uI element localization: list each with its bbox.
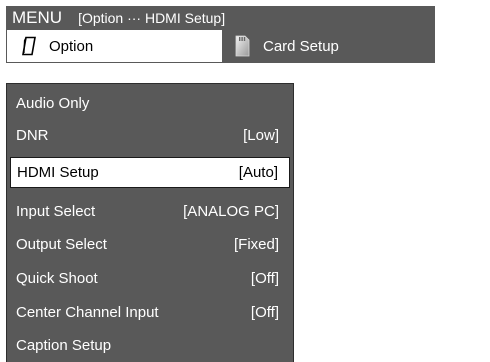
menu-item-label: HDMI Setup [17,164,99,181]
menu-item-label: Center Channel Input [16,303,159,321]
menu-item-dnr[interactable]: DNR [Low] [7,119,293,151]
breadcrumb: [Option ··· HDMI Setup] [78,9,226,26]
menu-item-audio-only[interactable]: Audio Only [7,87,293,119]
option-menu-list: Audio Only DNR [Low] HDMI Setup [Auto] I… [6,83,294,362]
menu-item-value: [ANALOG PC] [183,202,279,220]
menu-item-quick-shoot[interactable]: Quick Shoot [Off] [7,262,293,294]
tab-option[interactable]: Option [6,29,223,63]
menu-item-output-select[interactable]: Output Select [Fixed] [7,228,293,260]
menu-item-value: [Off] [250,269,279,287]
menu-item-label: Output Select [16,235,107,253]
menu-item-value: [Auto] [238,164,278,181]
tab-card-setup[interactable]: Card Setup [223,29,435,63]
menu-title-bar: MENU [Option ··· HDMI Setup] [6,6,435,29]
menu-item-label: Audio Only [16,94,90,112]
menu-item-value: [Fixed] [233,235,279,253]
menu-item-value: [Off] [250,303,279,321]
menu-item-label: Quick Shoot [16,269,98,287]
menu-item-input-select[interactable]: Input Select [ANALOG PC] [7,195,293,227]
option-icon [21,36,37,56]
menu-item-label: DNR [16,126,49,144]
card-setup-icon [233,34,251,58]
menu-item-label: Input Select [16,202,96,220]
menu-title: MENU [12,7,63,27]
menu-item-label: Caption Setup [16,336,112,354]
tab-card-setup-label: Card Setup [263,37,339,55]
menu-item-value: [Low] [243,126,279,144]
menu-item-hdmi-setup[interactable]: HDMI Setup [Auto] [10,157,290,188]
tab-option-label: Option [49,37,94,55]
menu-item-caption-setup[interactable]: Caption Setup [7,329,293,361]
menu-item-center-channel-input[interactable]: Center Channel Input [Off] [7,296,293,328]
